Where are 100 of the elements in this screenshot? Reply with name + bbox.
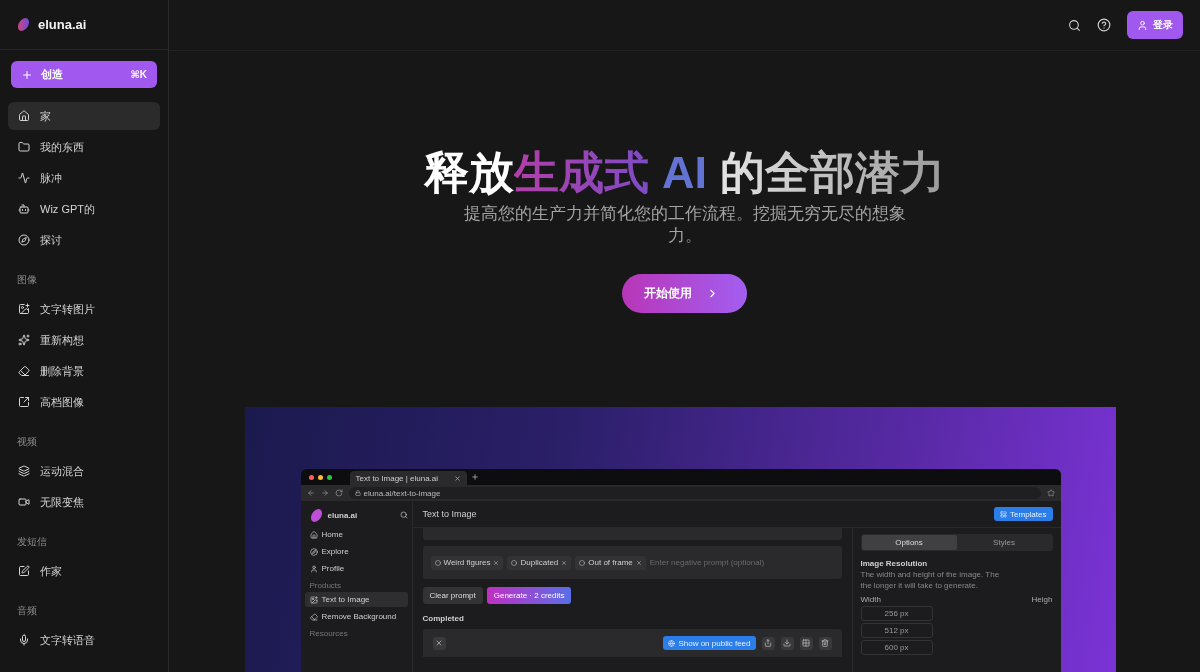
reload-icon[interactable] (334, 489, 343, 497)
help-text: The width and height of the image. The (860, 570, 1001, 579)
grid-icon (802, 639, 810, 647)
section-label: 音频 (16, 604, 38, 618)
nav-item[interactable]: 文字转语音 (8, 626, 160, 654)
public-feed-button[interactable]: Show on public feed (663, 636, 756, 650)
section-label: 视频 (16, 435, 38, 449)
help-icon[interactable] (1097, 18, 1111, 32)
eraser-icon (18, 365, 30, 377)
plus-icon (21, 68, 33, 81)
close-icon[interactable] (493, 559, 500, 566)
image-icon (309, 595, 318, 604)
user-icon (309, 564, 318, 573)
download-button[interactable] (780, 636, 794, 650)
home-icon (309, 530, 318, 539)
tab[interactable]: Options (861, 535, 957, 550)
nav-item[interactable]: Wiz GPT的 (8, 195, 160, 223)
login-button[interactable]: 登录 (1127, 11, 1183, 39)
microphone-icon (18, 634, 30, 646)
section-label: Products (308, 580, 343, 590)
nav-item[interactable]: 运动混合 (8, 457, 160, 485)
logo-icon (16, 17, 31, 32)
nav-item[interactable]: Text to Image (304, 592, 408, 607)
eraser-icon (309, 612, 318, 621)
compass-icon (309, 547, 318, 556)
hero-headline: 释放生成式 AI 的全部潜力 (424, 146, 945, 200)
star-icon[interactable] (1046, 489, 1055, 497)
compass-icon (18, 234, 30, 246)
layers-icon (18, 465, 30, 477)
nav-item[interactable]: 无限变焦 (8, 488, 160, 516)
nav-item[interactable]: 高档图像 (8, 388, 160, 416)
search-icon[interactable] (399, 511, 408, 519)
globe-icon (668, 639, 676, 647)
window-dot (326, 474, 332, 480)
nav-item[interactable]: Explore (304, 544, 408, 559)
pulse-icon (18, 172, 30, 184)
expand-icon (18, 396, 30, 408)
size-option[interactable]: 512 px (860, 623, 933, 638)
browser-tab[interactable]: Text to Image | eluna.ai (349, 471, 468, 485)
circle-icon (511, 559, 518, 566)
generate-button[interactable]: Generate · 2 credits (486, 587, 572, 604)
field-label: Width (860, 595, 881, 604)
close-button[interactable] (432, 636, 446, 650)
app-name: eluna.ai (327, 510, 358, 520)
trash-icon (821, 639, 829, 647)
section-label: Resources (308, 628, 349, 638)
nav-item[interactable]: 作家 (8, 557, 160, 585)
tag-chip[interactable]: Out of frame (575, 555, 646, 570)
close-icon[interactable] (561, 559, 568, 566)
back-icon[interactable] (306, 489, 315, 497)
brand-name: eluna.ai (38, 17, 87, 32)
grid-button[interactable] (799, 636, 813, 650)
nav-item[interactable]: 探讨 (8, 226, 160, 254)
nav-item[interactable]: 删除背景 (8, 357, 160, 385)
nav-item[interactable]: 重新构想 (8, 326, 160, 354)
pen-icon (18, 565, 30, 577)
window-dot (308, 474, 314, 480)
plus-icon[interactable] (471, 473, 480, 481)
share-button[interactable] (761, 636, 775, 650)
page-title: Text to Image (422, 509, 477, 519)
close-icon[interactable] (635, 559, 642, 566)
user-icon (1137, 19, 1148, 31)
field-label: Heigh (1031, 595, 1053, 604)
search-icon[interactable] (1068, 18, 1081, 32)
nav-item[interactable]: Home (304, 527, 408, 542)
video-icon (18, 496, 30, 508)
nav-item[interactable]: 家 (8, 102, 160, 130)
home-icon (18, 110, 30, 122)
size-option[interactable]: 256 px (860, 606, 933, 621)
template-icon (1000, 510, 1008, 518)
circle-icon (434, 559, 441, 566)
tag-chip[interactable]: Weird figures (430, 555, 504, 570)
close-icon[interactable] (454, 474, 462, 482)
nav-item[interactable]: 脉冲 (8, 164, 160, 192)
templates-button[interactable]: Templates (994, 507, 1053, 521)
get-started-button[interactable]: 开始使用 (622, 274, 747, 313)
nav-item[interactable]: 文字转图片 (8, 295, 160, 323)
sparkles-icon (18, 334, 30, 346)
hero-subtitle: 提高您的生产力并简化您的工作流程。挖掘无穷无尽的想象力。 (462, 203, 907, 247)
close-icon (435, 639, 443, 647)
size-option[interactable]: 600 px (860, 640, 933, 655)
logo-icon (308, 507, 324, 523)
nav-item[interactable]: Remove Background (304, 609, 408, 624)
nav-item[interactable]: 我的东西 (8, 133, 160, 161)
tab[interactable]: Styles (956, 535, 1052, 550)
download-icon (783, 639, 791, 647)
share-icon (764, 639, 772, 647)
section-title: Image Resolution (860, 559, 929, 568)
nav-item[interactable]: Profile (304, 561, 408, 576)
delete-button[interactable] (818, 636, 832, 650)
address-bar[interactable]: eluna.ai/text-to-image (348, 487, 1041, 499)
image-icon (18, 303, 30, 315)
clear-button[interactable]: Clear prompt (422, 587, 483, 604)
robot-icon (18, 203, 30, 215)
tag-chip[interactable]: Duplicated (507, 555, 572, 570)
create-button[interactable]: 创造 ⌘K (11, 61, 157, 88)
forward-icon[interactable] (320, 489, 329, 497)
section-label: 发短信 (16, 535, 48, 549)
help-text: the longer it will take to generate. (860, 581, 979, 590)
lock-icon (354, 490, 361, 496)
